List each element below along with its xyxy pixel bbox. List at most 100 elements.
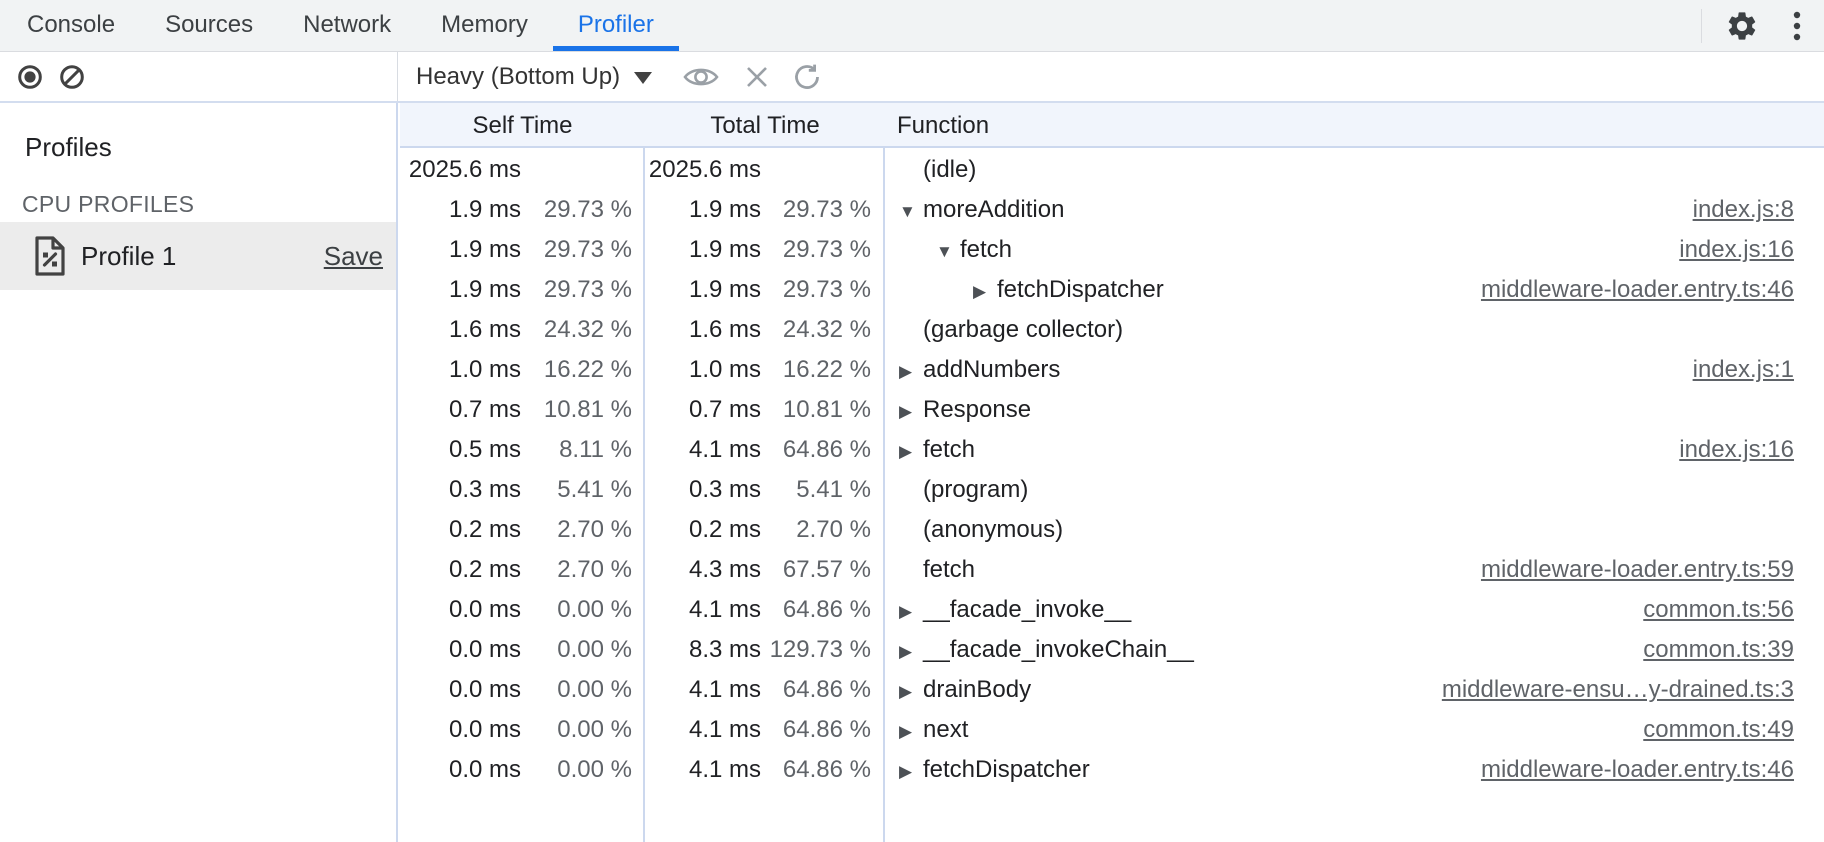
- source-location-link[interactable]: common.ts:49: [1643, 710, 1794, 750]
- table-row[interactable]: 0.0 ms0.00 %4.1 ms64.86 %▶fetchDispatche…: [400, 750, 1824, 790]
- focus-eye-icon[interactable]: [682, 63, 720, 91]
- time-value: 1.0 ms: [400, 350, 521, 390]
- tab-network[interactable]: Network: [278, 0, 416, 51]
- clear-icon[interactable]: [59, 64, 85, 90]
- source-location-link[interactable]: index.js:16: [1679, 230, 1794, 270]
- expand-right-arrow-icon[interactable]: ▶: [899, 432, 923, 472]
- expand-right-arrow-icon[interactable]: ▶: [899, 752, 923, 792]
- table-row[interactable]: 0.5 ms8.11 %4.1 ms64.86 %▶fetchindex.js:…: [400, 430, 1824, 470]
- table-row[interactable]: 0.0 ms0.00 %4.1 ms64.86 %▶nextcommon.ts:…: [400, 710, 1824, 750]
- table-row[interactable]: 0.0 ms0.00 %4.1 ms64.86 %▶__facade_invok…: [400, 590, 1824, 630]
- function-name: fetchDispatcher: [923, 756, 1090, 783]
- function-cell: ▼moreAddition index.js:8: [887, 190, 1824, 230]
- function-name: addNumbers: [923, 356, 1060, 383]
- tab-profiler[interactable]: Profiler: [553, 0, 679, 51]
- tab-console[interactable]: Console: [2, 0, 140, 51]
- percent-value: 29.73 %: [521, 270, 632, 310]
- time-value: 0.0 ms: [400, 630, 521, 670]
- table-row[interactable]: 0.0 ms0.00 %4.1 ms64.86 %▶drainBodymiddl…: [400, 670, 1824, 710]
- self-time-cell: 0.0 ms0.00 %: [400, 670, 645, 710]
- table-row[interactable]: 1.6 ms24.32 %1.6 ms24.32 %(garbage colle…: [400, 310, 1824, 350]
- total-time-cell: 4.1 ms64.86 %: [645, 670, 887, 710]
- source-location-link[interactable]: middleware-loader.entry.ts:59: [1481, 550, 1794, 590]
- expand-right-arrow-icon[interactable]: ▶: [899, 632, 923, 672]
- function-name: moreAddition: [923, 196, 1064, 223]
- percent-value: 67.57 %: [761, 550, 871, 590]
- column-header-total-time[interactable]: Total Time: [645, 103, 885, 146]
- percent-value: 5.41 %: [761, 470, 871, 510]
- table-row[interactable]: 0.3 ms5.41 %0.3 ms5.41 %(program): [400, 470, 1824, 510]
- refresh-icon[interactable]: [792, 62, 822, 92]
- function-name: fetch: [960, 236, 1012, 263]
- source-location-link[interactable]: index.js:8: [1693, 190, 1794, 230]
- expand-right-arrow-icon[interactable]: ▶: [899, 712, 923, 752]
- expand-right-arrow-icon[interactable]: ▶: [899, 392, 923, 432]
- table-row[interactable]: 0.2 ms2.70 %4.3 ms67.57 %fetchmiddleware…: [400, 550, 1824, 590]
- record-icon[interactable]: [17, 64, 43, 90]
- table-row[interactable]: 0.0 ms0.00 %8.3 ms129.73 %▶__facade_invo…: [400, 630, 1824, 670]
- table-row[interactable]: 0.2 ms2.70 %0.2 ms2.70 %(anonymous): [400, 510, 1824, 550]
- kebab-menu-icon[interactable]: [1780, 6, 1814, 46]
- save-profile-link[interactable]: Save: [324, 241, 383, 272]
- time-value: 0.0 ms: [400, 750, 521, 790]
- expand-right-arrow-icon[interactable]: ▶: [899, 592, 923, 632]
- column-divider[interactable]: [643, 103, 645, 842]
- column-header-self-time[interactable]: Self Time: [400, 103, 645, 146]
- function-cell: ▶Response: [887, 390, 1824, 430]
- expand-down-arrow-icon[interactable]: ▼: [899, 192, 923, 232]
- function-cell: (program): [887, 470, 1824, 510]
- function-cell: (garbage collector): [887, 310, 1824, 350]
- self-time-cell: 0.0 ms0.00 %: [400, 710, 645, 750]
- source-location-link[interactable]: common.ts:56: [1643, 590, 1794, 630]
- source-location-link[interactable]: middleware-loader.entry.ts:46: [1481, 750, 1794, 790]
- percent-value: 64.86 %: [761, 590, 871, 630]
- function-name: fetch: [923, 436, 975, 463]
- table-row[interactable]: 0.7 ms10.81 %0.7 ms10.81 %▶Response: [400, 390, 1824, 430]
- function-name: (program): [923, 476, 1028, 503]
- tab-memory[interactable]: Memory: [416, 0, 553, 51]
- cpu-profiles-section-label: CPU PROFILES: [22, 191, 396, 218]
- total-time-cell: 0.2 ms2.70 %: [645, 510, 887, 550]
- time-value: 0.0 ms: [400, 710, 521, 750]
- expand-down-arrow-icon[interactable]: ▼: [936, 232, 960, 272]
- self-time-cell: 0.0 ms0.00 %: [400, 590, 645, 630]
- dropdown-caret-icon[interactable]: [634, 72, 652, 84]
- grid-header-row: Self Time Total Time Function: [400, 103, 1824, 148]
- self-time-cell: 0.0 ms0.00 %: [400, 750, 645, 790]
- source-location-link[interactable]: index.js:16: [1679, 430, 1794, 470]
- self-time-cell: 0.2 ms2.70 %: [400, 550, 645, 590]
- expand-right-arrow-icon[interactable]: ▶: [973, 272, 997, 312]
- expand-right-arrow-icon[interactable]: ▶: [899, 672, 923, 712]
- self-time-cell: 1.6 ms24.32 %: [400, 310, 645, 350]
- profile-list-item[interactable]: Profile 1 Save: [0, 222, 396, 290]
- close-icon[interactable]: [744, 64, 770, 90]
- source-location-link[interactable]: middleware-loader.entry.ts:46: [1481, 270, 1794, 310]
- function-name: fetchDispatcher: [997, 276, 1164, 303]
- table-row[interactable]: 1.9 ms29.73 %1.9 ms29.73 %▼moreAdditioni…: [400, 190, 1824, 230]
- table-row[interactable]: 1.9 ms29.73 %1.9 ms29.73 %▼fetchindex.js…: [400, 230, 1824, 270]
- source-location-link[interactable]: middleware-ensu…y-drained.ts:3: [1442, 670, 1794, 710]
- function-cell: fetchmiddleware-loader.entry.ts:59: [887, 550, 1824, 590]
- time-value: 1.6 ms: [645, 310, 761, 350]
- function-cell: ▶fetchDispatcher middleware-loader.entry.…: [887, 750, 1824, 790]
- self-time-cell: 1.9 ms29.73 %: [400, 230, 645, 270]
- column-header-function[interactable]: Function: [885, 103, 1824, 146]
- source-location-link[interactable]: index.js:1: [1693, 350, 1794, 390]
- table-row[interactable]: 1.9 ms29.73 %1.9 ms29.73 %▶fetchDispatch…: [400, 270, 1824, 310]
- profiler-toolbar: Heavy (Bottom Up): [0, 52, 1824, 103]
- percent-value: 29.73 %: [521, 230, 632, 270]
- self-time-cell: 2025.6 ms: [400, 150, 645, 190]
- expand-right-arrow-icon[interactable]: ▶: [899, 352, 923, 392]
- tab-sources[interactable]: Sources: [140, 0, 278, 51]
- column-divider[interactable]: [883, 103, 885, 842]
- time-value: 4.1 ms: [645, 750, 761, 790]
- time-value: 1.9 ms: [645, 230, 761, 270]
- time-value: 0.0 ms: [400, 590, 521, 630]
- source-location-link[interactable]: common.ts:39: [1643, 630, 1794, 670]
- settings-gear-icon[interactable]: [1722, 6, 1762, 46]
- table-row[interactable]: 1.0 ms16.22 %1.0 ms16.22 %▶addNumbersind…: [400, 350, 1824, 390]
- view-mode-dropdown[interactable]: Heavy (Bottom Up): [416, 63, 620, 91]
- table-row[interactable]: 2025.6 ms2025.6 ms(idle): [400, 150, 1824, 190]
- percent-value: 5.41 %: [521, 470, 632, 510]
- function-cell: ▶nextcommon.ts:49: [887, 710, 1824, 750]
